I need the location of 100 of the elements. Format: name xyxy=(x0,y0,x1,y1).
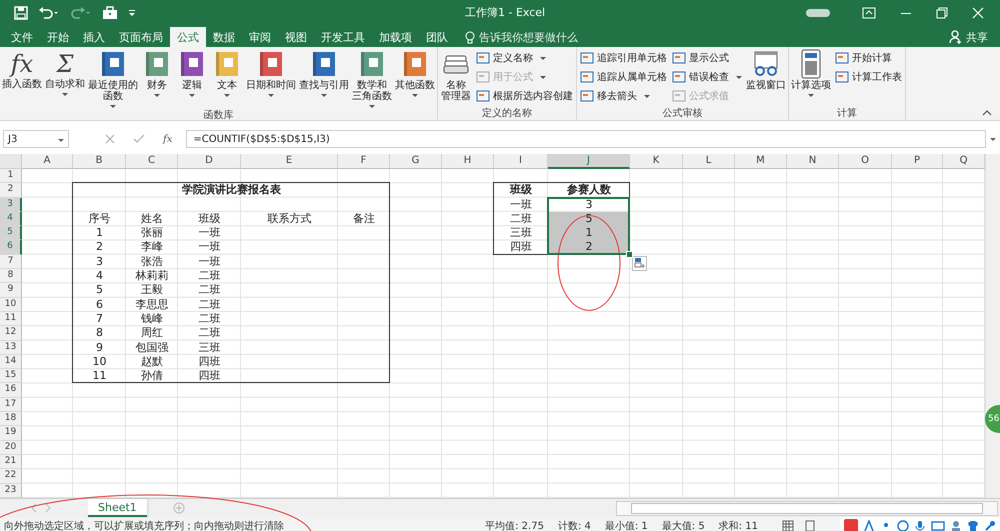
row-header[interactable]: 1 xyxy=(0,169,22,184)
ribbon-button[interactable]: 财务 xyxy=(140,49,174,108)
person-icon[interactable] xyxy=(950,520,962,531)
ribbon-tab[interactable]: 文件 xyxy=(4,27,40,47)
row-header[interactable]: 5 xyxy=(0,226,22,240)
ribbon-button[interactable]: 最近使用的 函数 xyxy=(87,49,139,108)
row-header[interactable]: 2 xyxy=(0,183,22,198)
ribbon-button[interactable]: 追踪引用单元格 xyxy=(580,49,667,67)
column-header[interactable]: H xyxy=(442,154,494,169)
column-header[interactable]: M xyxy=(735,154,787,169)
column-header[interactable]: I xyxy=(494,154,548,169)
ribbon-button[interactable]: 定义名称 xyxy=(476,49,573,67)
column-header[interactable]: P xyxy=(892,154,943,169)
row-header[interactable]: 12 xyxy=(0,326,22,341)
ribbon-button[interactable]: fx 插入函数 xyxy=(1,49,43,108)
insert-function-button[interactable]: fx xyxy=(163,134,172,144)
ribbon-tab[interactable]: 视图 xyxy=(278,27,314,47)
wrench-icon[interactable] xyxy=(984,520,996,531)
cell-selection[interactable] xyxy=(547,196,630,255)
microphone-icon[interactable] xyxy=(914,520,926,531)
briefcase-icon[interactable] xyxy=(102,6,118,20)
column-header[interactable]: B xyxy=(73,154,126,169)
ribbon-button[interactable]: 开始计算 xyxy=(835,49,902,67)
keyboard-icon[interactable] xyxy=(931,520,945,531)
ribbon-button[interactable]: 其他函数 xyxy=(394,49,436,108)
collapse-icon[interactable] xyxy=(982,110,992,116)
page-layout-icon[interactable] xyxy=(804,520,816,531)
ribbon-button[interactable]: 计算工作表 xyxy=(835,68,902,86)
row-header[interactable]: 14 xyxy=(0,354,22,370)
ribbon-button[interactable]: 追踪从属单元格 xyxy=(580,68,667,86)
ribbon-button[interactable]: 日期和时间 xyxy=(245,49,297,108)
column-header[interactable]: C xyxy=(126,154,178,169)
ribbon-button[interactable]: 文本 xyxy=(210,49,244,108)
row-header[interactable]: 11 xyxy=(0,312,22,326)
shirt-icon[interactable] xyxy=(967,520,979,531)
redo-icon[interactable] xyxy=(70,6,92,20)
ribbon-button[interactable]: 错误检查 xyxy=(672,68,742,86)
ribbon-button[interactable]: 数学和 三角函数 xyxy=(351,49,393,108)
column-header[interactable]: K xyxy=(630,154,683,169)
row-header[interactable]: 7 xyxy=(0,254,22,270)
column-header[interactable]: A xyxy=(22,154,73,169)
ribbon-button[interactable]: 移去箭头 xyxy=(580,87,667,105)
ribbon-tab[interactable]: 开始 xyxy=(40,27,76,47)
undo-icon[interactable] xyxy=(38,6,60,20)
column-header[interactable]: D xyxy=(178,154,241,169)
column-header[interactable]: Q xyxy=(943,154,985,169)
sheet-tab[interactable]: Sheet1 xyxy=(88,499,147,517)
ribbon-button[interactable]: 根据所选内容创建 xyxy=(476,87,573,105)
row-header[interactable]: 3 xyxy=(0,198,22,212)
ribbon-tab[interactable]: 团队 xyxy=(419,27,455,47)
row-header[interactable]: 15 xyxy=(0,369,22,384)
save-icon[interactable] xyxy=(14,6,28,20)
formula-field[interactable]: =COUNTIF($D$5:$D$15,I3) xyxy=(186,130,986,148)
ribbon-button[interactable]: 显示公式 xyxy=(672,49,742,67)
row-header[interactable]: 4 xyxy=(0,212,22,226)
column-header[interactable]: L xyxy=(683,154,735,169)
previous-sheet-icon[interactable] xyxy=(30,503,38,513)
next-sheet-icon[interactable] xyxy=(44,503,52,513)
quick-analysis-icon[interactable] xyxy=(632,256,647,271)
ribbon-button[interactable]: Σ 自动求和 xyxy=(44,49,86,108)
row-header[interactable]: 22 xyxy=(0,469,22,484)
ribbon-button[interactable]: 查找与引用 xyxy=(298,49,350,108)
ribbon-tab[interactable]: 插入 xyxy=(76,27,112,47)
column-header[interactable]: F xyxy=(338,154,390,169)
expand-caret-icon[interactable] xyxy=(990,138,996,140)
column-header[interactable]: O xyxy=(839,154,892,169)
ribbon-tab[interactable]: 审阅 xyxy=(242,27,278,47)
ribbon-button[interactable]: 计算选项 xyxy=(790,49,832,106)
column-header[interactable]: G xyxy=(390,154,442,169)
ribbon-tab[interactable]: 开发工具 xyxy=(314,27,372,47)
row-header[interactable]: 19 xyxy=(0,426,22,441)
share-button[interactable]: 共享 xyxy=(949,27,988,47)
ribbon-button[interactable]: 逻辑 xyxy=(175,49,209,108)
ribbon-button[interactable]: 监视窗口 xyxy=(745,49,787,106)
name-box[interactable]: J3 xyxy=(3,130,69,148)
ribbon-tab[interactable]: 页面布局 xyxy=(112,27,170,47)
customize-icon[interactable] xyxy=(128,8,136,18)
row-header[interactable]: 16 xyxy=(0,383,22,398)
close-icon[interactable] xyxy=(972,6,984,18)
normal-view-icon[interactable] xyxy=(782,520,794,531)
column-header[interactable]: E xyxy=(241,154,338,169)
row-header[interactable]: 20 xyxy=(0,440,22,455)
row-header[interactable]: 17 xyxy=(0,398,22,412)
check-icon[interactable] xyxy=(133,134,145,144)
row-header[interactable]: 18 xyxy=(0,412,22,426)
row-header[interactable]: 9 xyxy=(0,283,22,298)
tell-me-field[interactable]: 告诉我你想要做什么 xyxy=(479,30,609,44)
row-header[interactable]: 21 xyxy=(0,454,22,470)
restore-icon[interactable] xyxy=(936,6,948,18)
row-header[interactable]: 10 xyxy=(0,298,22,312)
column-header[interactable]: J xyxy=(548,154,630,169)
ribbon-tab[interactable]: 加载项 xyxy=(372,27,419,47)
row-header[interactable]: 8 xyxy=(0,269,22,284)
row-header[interactable]: 6 xyxy=(0,240,22,255)
column-header[interactable]: N xyxy=(787,154,839,169)
row-header[interactable]: 23 xyxy=(0,484,22,498)
fill-handle[interactable] xyxy=(626,250,633,258)
ribbon-display-icon[interactable] xyxy=(862,6,876,18)
ribbon-button[interactable]: 名称 管理器 xyxy=(439,49,473,106)
row-header[interactable]: 13 xyxy=(0,340,22,355)
